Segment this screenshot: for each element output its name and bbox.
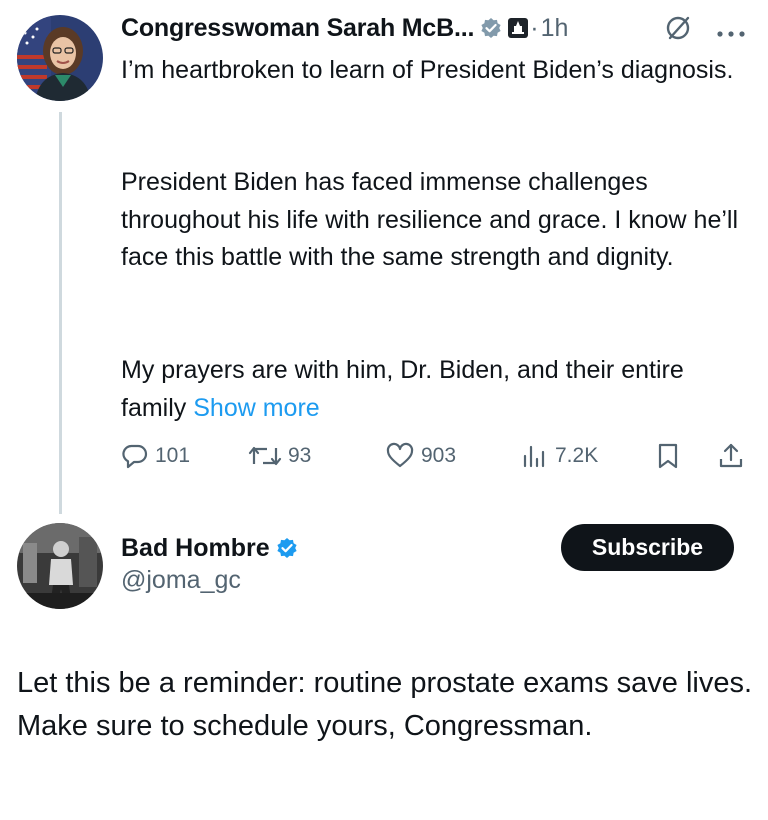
author-avatar[interactable] [17, 15, 103, 101]
government-badge-icon [508, 18, 529, 38]
tweet-text-paragraph: My prayers are with him, Dr. Biden, and … [121, 352, 751, 427]
like-count: 903 [421, 444, 457, 467]
views-button[interactable]: 7.2K [521, 434, 598, 478]
author-name[interactable]: Bad Hombre [121, 534, 270, 563]
reply-icon [122, 444, 148, 469]
like-button[interactable]: 903 [385, 434, 456, 478]
retweet-button[interactable]: 93 [248, 434, 311, 478]
views-icon [523, 445, 545, 468]
subscribe-button[interactable]: Subscribe [561, 524, 734, 571]
tweet-time[interactable]: 1h [541, 14, 569, 43]
tweet-text: Let this be a reminder: routine prostate… [17, 667, 753, 742]
no-sign-icon[interactable] [664, 14, 692, 42]
bookmark-button[interactable] [655, 434, 681, 478]
author-handle[interactable]: @joma_gc [121, 566, 241, 595]
tweet-header: Bad Hombre [121, 530, 298, 566]
reply-count: 101 [155, 444, 191, 467]
share-icon [719, 443, 743, 468]
time-separator: · [530, 13, 539, 42]
retweet-count: 93 [288, 444, 312, 467]
like-icon [386, 442, 414, 468]
views-count: 7.2K [555, 444, 599, 467]
author-name[interactable]: Congresswoman Sarah McB... [121, 14, 474, 43]
retweet-icon [248, 446, 282, 466]
tweet-text-paragraph: President Biden has faced immense challe… [121, 168, 739, 271]
show-more-link[interactable]: Show more [193, 394, 319, 422]
verified-badge-icon [276, 537, 298, 559]
thread-line [59, 112, 62, 514]
author-avatar[interactable] [17, 523, 103, 609]
share-button[interactable] [717, 434, 745, 478]
bookmark-icon [658, 443, 678, 469]
more-icon[interactable] [716, 25, 746, 37]
tweet-text-paragraph: I’m heartbroken to learn of President Bi… [121, 56, 734, 84]
tweet-actions: 101 93 903 7.2K [121, 434, 751, 478]
verified-badge-icon [480, 17, 502, 39]
reply-button[interactable]: 101 [121, 434, 190, 478]
tweet-header: Congresswoman Sarah McB... · 1h [121, 10, 568, 46]
